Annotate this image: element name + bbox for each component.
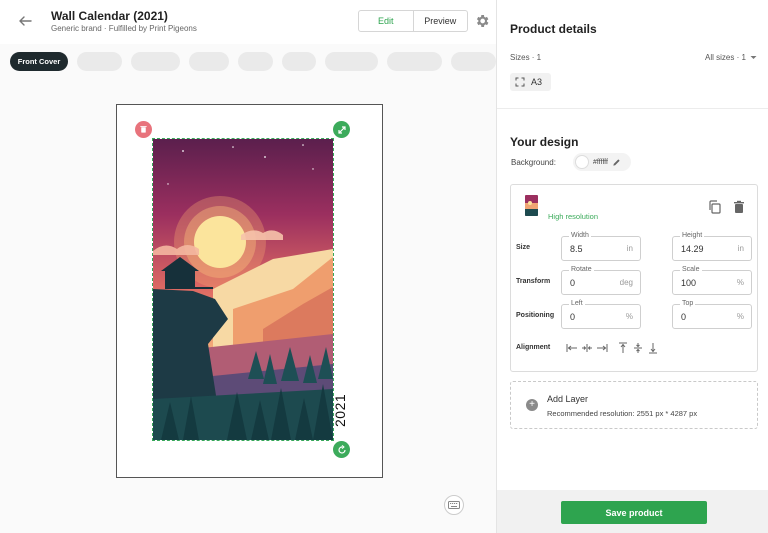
width-field[interactable]: Width 8.5 in: [561, 232, 641, 261]
add-layer-button[interactable]: + Add Layer Recommended resolution: 2551…: [510, 381, 758, 429]
top-unit: %: [736, 312, 744, 321]
scale-label: Scale: [680, 266, 702, 273]
panel-footer: Save product: [497, 490, 768, 533]
chip-page[interactable]: [325, 52, 378, 71]
top-label: Top: [680, 300, 696, 307]
left-value: 0: [570, 312, 576, 322]
chip-page[interactable]: [131, 52, 180, 71]
divider: [497, 108, 768, 109]
height-label: Height: [680, 232, 705, 239]
width-unit: in: [626, 244, 633, 253]
rotate-value: 0: [570, 278, 576, 288]
editor-pane: Wall Calendar (2021) Generic brand · Ful…: [0, 0, 496, 533]
sunset-illustration: [153, 139, 333, 440]
chip-page[interactable]: [451, 52, 496, 71]
chip-page[interactable]: [77, 52, 122, 71]
sizes-count-label: Sizes · 1: [510, 53, 542, 62]
keyboard-icon[interactable]: [444, 495, 464, 515]
height-value: 14.29: [681, 244, 704, 254]
chip-front-cover[interactable]: Front Cover: [10, 52, 68, 71]
add-layer-title: Add Layer: [547, 394, 589, 404]
mode-toggle: Edit Preview: [358, 10, 468, 32]
transform-row-label: Transform: [516, 278, 551, 285]
calendar-year: 2021: [332, 393, 348, 427]
alignment-controls: [564, 341, 660, 355]
rotate-handle-icon[interactable]: [333, 441, 350, 458]
size-value: A3: [531, 77, 543, 87]
rotate-unit: deg: [619, 278, 633, 287]
save-product-button[interactable]: Save product: [561, 501, 707, 524]
fullscreen-icon: [515, 77, 525, 87]
size-chip-a3[interactable]: A3: [510, 73, 551, 91]
chip-page[interactable]: [238, 52, 273, 71]
artwork-image[interactable]: [152, 138, 334, 441]
scale-field[interactable]: Scale 100 %: [672, 266, 752, 295]
scale-unit: %: [736, 278, 744, 287]
top-field[interactable]: Top 0 %: [672, 300, 752, 329]
delete-handle-icon[interactable]: [135, 121, 152, 138]
chevron-down-icon: [750, 56, 757, 59]
positioning-row-label: Positioning: [516, 312, 555, 319]
edit-button[interactable]: Edit: [359, 11, 414, 31]
chip-page[interactable]: [189, 52, 229, 71]
product-details-title: Product details: [510, 22, 597, 36]
background-swatch: [575, 155, 589, 169]
background-label: Background:: [511, 158, 556, 167]
your-design-title: Your design: [510, 135, 579, 149]
resolution-badge: High resolution: [548, 212, 599, 221]
align-middle-vertical-icon[interactable]: [630, 341, 645, 355]
resize-handle-icon[interactable]: [333, 121, 350, 138]
product-panel: Product details Sizes · 1 All sizes · 1 …: [496, 0, 768, 533]
height-unit: in: [737, 244, 744, 253]
align-top-icon[interactable]: [615, 341, 630, 355]
height-field[interactable]: Height 14.29 in: [672, 232, 752, 261]
pencil-icon: [613, 158, 620, 166]
top-bar: Wall Calendar (2021) Generic brand · Ful…: [0, 0, 496, 44]
size-row-label: Size: [516, 244, 531, 251]
page-title: Wall Calendar (2021): [51, 9, 168, 23]
trash-icon[interactable]: [732, 200, 746, 214]
rotate-field[interactable]: Rotate 0 deg: [561, 266, 641, 295]
recommended-resolution: Recommended resolution: 2551 px * 4287 p…: [547, 409, 698, 418]
product-subtitle: Generic brand · Fulfilled by Print Pigeo…: [51, 24, 197, 33]
chip-page[interactable]: [282, 52, 316, 71]
align-bottom-icon[interactable]: [645, 341, 660, 355]
left-label: Left: [569, 300, 585, 307]
plus-icon: +: [526, 399, 538, 411]
background-color-value: #ffffff: [593, 158, 608, 166]
left-unit: %: [625, 312, 633, 321]
align-center-horizontal-icon[interactable]: [579, 341, 594, 355]
layer-thumbnail[interactable]: [525, 195, 538, 216]
alignment-row-label: Alignment: [516, 344, 551, 351]
preview-button[interactable]: Preview: [414, 11, 468, 31]
layer-card: High resolution Size Width 8.5 in Height…: [510, 184, 758, 372]
rotate-label: Rotate: [569, 266, 594, 273]
sizes-dropdown-label: All sizes · 1: [705, 53, 746, 62]
width-value: 8.5: [570, 244, 583, 254]
copy-icon[interactable]: [708, 200, 722, 214]
width-label: Width: [569, 232, 591, 239]
left-field[interactable]: Left 0 %: [561, 300, 641, 329]
design-canvas: 2021: [0, 80, 496, 533]
top-value: 0: [681, 312, 687, 322]
calendar-page: 2021: [116, 104, 383, 478]
page-chips: Front Cover: [0, 44, 496, 80]
chip-page[interactable]: [387, 52, 442, 71]
sizes-dropdown[interactable]: All sizes · 1: [705, 53, 757, 62]
back-arrow-icon[interactable]: [16, 12, 34, 30]
background-color-picker[interactable]: #ffffff: [573, 153, 631, 171]
align-left-icon[interactable]: [564, 341, 579, 355]
align-right-icon[interactable]: [594, 341, 609, 355]
gear-icon[interactable]: [474, 13, 490, 29]
scale-value: 100: [681, 278, 697, 288]
